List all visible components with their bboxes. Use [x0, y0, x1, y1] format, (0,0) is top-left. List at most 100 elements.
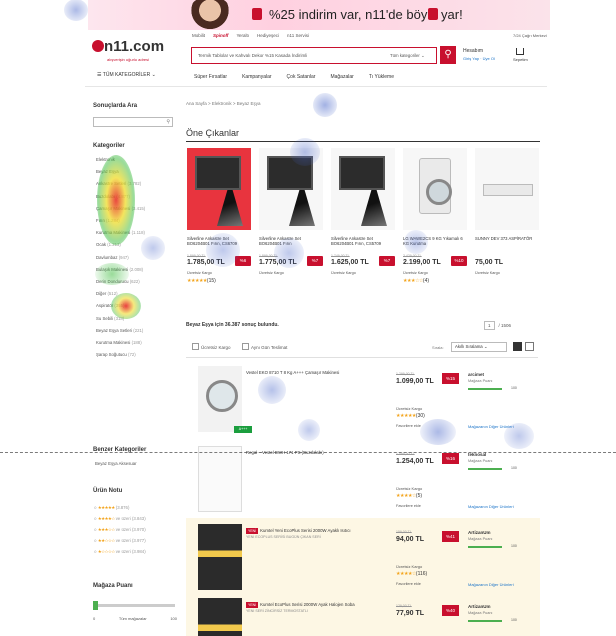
result-price: 1.254,00 TL: [396, 458, 434, 465]
rating-filter-item[interactable]: ○ ★★★★☆ ve üzeri (3.843): [94, 513, 146, 524]
result-title[interactable]: Vestel EKO 8710 T 8 Kg A+++ Çamaşır Maki…: [246, 370, 376, 376]
store-other-products-link[interactable]: Mağazanın Diğer Ürünleri: [468, 504, 514, 509]
product-image[interactable]: [259, 148, 323, 230]
nav-item[interactable]: Çok Satanlar: [287, 74, 316, 80]
result-subtitle: YENİ SERİ ZİNCİRSİZ TERMOSTATLI: [246, 609, 308, 613]
product-name[interactable]: SUNNY DEV 373 ASPİRATÖR: [475, 236, 539, 241]
nav-item[interactable]: Süper Fırsatlar: [194, 74, 227, 80]
result-row[interactable]: A+++ Vestel EKO 8710 T 8 Kg A+++ Çamaşır …: [186, 360, 540, 440]
sidebar-category-item[interactable]: Su Sebili (318): [96, 313, 145, 325]
list-view-button[interactable]: [525, 342, 534, 351]
product-image[interactable]: [475, 148, 539, 230]
sidebar-category-item[interactable]: Derin Dondurucu (622): [96, 276, 145, 288]
sidebar-category-item[interactable]: Buzdolabı (4.877): [96, 191, 145, 203]
product-thumbnail[interactable]: [198, 524, 242, 590]
featured-product-card[interactable]: Silverline Ankastre Set BO6204B01 Fırın,…: [187, 148, 253, 296]
gift-icon: [428, 8, 438, 20]
site-link[interactable]: Spinoff: [213, 33, 228, 38]
seller-name[interactable]: teknosal Mağaza Puanı: [468, 452, 493, 464]
store-score-slider[interactable]: [93, 601, 175, 610]
cart-button[interactable]: Sepetim: [513, 48, 528, 62]
result-title[interactable]: YENİ Kumtel Yeni EcoPlus Serisi 2000W Aya…: [246, 528, 376, 540]
site-link[interactable]: Mobilit: [192, 33, 205, 38]
sidebar-category-item[interactable]: Çamaşır Makinesi (3.415): [96, 203, 145, 215]
search-in-results-input[interactable]: ⚲: [93, 117, 173, 127]
add-to-favorites[interactable]: Favorilere ekle: [396, 582, 421, 586]
search-button[interactable]: ⚲: [440, 46, 456, 64]
product-name[interactable]: LG WAWE2CS 9 KG Yıkamalı 6 KG Kurutma: [403, 236, 467, 246]
site-link[interactable]: Hediyeşeci: [257, 33, 279, 38]
product-price: 1.625,00 TL: [331, 259, 369, 266]
rating-filter-item[interactable]: ○ ★★☆☆☆ ve üzeri (3.977): [94, 535, 146, 546]
shipping-label: Ücretsiz Kargo: [396, 486, 423, 491]
featured-product-card[interactable]: LG WAWE2CS 9 KG Yıkamalı 6 KG Kurutma 2.4…: [403, 148, 469, 296]
site-link[interactable]: Yeraltı: [236, 33, 249, 38]
account-menu[interactable]: Hesabım Giriş Yap · Üye Ol: [463, 48, 495, 62]
product-name[interactable]: Silverline Ankastre Set BO6204B01 Fırın: [259, 236, 323, 246]
sort-select[interactable]: Akıllı Sıralama ⌄: [451, 342, 507, 352]
nav-item[interactable]: Mağazalar: [330, 74, 353, 80]
shipping-label: Ücretsiz Kargo: [396, 564, 423, 569]
product-thumbnail[interactable]: [198, 598, 242, 636]
sidebar-category-item[interactable]: Aspiratör (355): [96, 300, 145, 312]
rating-filter-item[interactable]: ○ ★☆☆☆☆ ve üzeri (3.984): [94, 546, 146, 557]
rating-filter-item[interactable]: ○ ★★★★★ (3.876): [94, 502, 146, 513]
result-row[interactable]: YENİ Kumtel EcoPlus Serisi 2000W Ayak Hal…: [186, 592, 540, 636]
star-rating: ★★★★☆: [396, 493, 416, 499]
help-link[interactable]: 7/24 Çağrı Merkezi: [513, 33, 547, 38]
product-image[interactable]: [187, 148, 251, 230]
seller-score-value: 100: [511, 386, 517, 390]
sidebar-category-item[interactable]: Şarap Soğutucu (72): [96, 349, 145, 361]
site-link[interactable]: n11 Servisi: [287, 33, 309, 38]
free-shipping-checkbox[interactable]: Ücretsiz Kargo: [192, 343, 231, 350]
sidebar-category-item[interactable]: Diğer (512): [96, 288, 145, 300]
sidebar-category-item[interactable]: Bulaşık Makinesi (2.008): [96, 264, 145, 276]
search-category-select[interactable]: Tüm kategoriler ⌄: [390, 53, 425, 59]
sidebar-category-item[interactable]: Fırın (1.284): [96, 215, 145, 227]
featured-product-card[interactable]: SUNNY DEV 373 ASPİRATÖR 75,00 TL Ücretsiz …: [475, 148, 541, 296]
similar-category-item[interactable]: Beyaz Eşya Aksesuar: [95, 458, 137, 470]
sidebar-category-item[interactable]: Elektronik: [96, 154, 145, 166]
featured-product-card[interactable]: Silverline Ankastre Set BO6204B01 Fırın,…: [331, 148, 397, 296]
result-row[interactable]: YENİ Kumtel Yeni EcoPlus Serisi 2000W Aya…: [186, 518, 540, 592]
seller-score-label: Mağaza Puanı: [468, 379, 493, 383]
breadcrumb[interactable]: Ana Sayfa > Elektronik > Beyaz Eşya: [186, 101, 261, 106]
all-categories-button[interactable]: ☰ TÜM KATEGORİLER ⌄: [97, 72, 156, 78]
product-name[interactable]: Silverline Ankastre Set BO6204B01 Fırın,…: [331, 236, 395, 246]
promo-banner[interactable]: %25 indirim var, n11'de böyle yar!: [88, 0, 550, 30]
sidebar-category-item[interactable]: Ocak (1.213): [96, 239, 145, 251]
search-input[interactable]: Termik Tablolar ve Kahvalı Dekor %15 Kas…: [198, 53, 307, 58]
sidebar-category-item[interactable]: Beyaz Eşya: [96, 166, 145, 178]
grid-view-button[interactable]: [513, 342, 522, 351]
seller-name[interactable]: arcimet Mağaza Puanı: [468, 372, 493, 384]
search-box[interactable]: Termik Tablolar ve Kahvalı Dekor %15 Kas…: [191, 47, 437, 64]
product-thumbnail[interactable]: A+++: [198, 366, 252, 433]
sidebar-category-item[interactable]: Kurutma Makinesi (1.118): [96, 227, 145, 239]
same-day-checkbox[interactable]: Aynı Gün Teslimat: [242, 343, 287, 350]
sidebar-category-item[interactable]: Beyaz Eşya Setleri (221): [96, 325, 145, 337]
rating-filter-item[interactable]: ○ ★★★☆☆ ve üzeri (3.970): [94, 524, 146, 535]
search-icon[interactable]: ⚲: [166, 119, 170, 125]
site-logo[interactable]: n11.com: [92, 38, 164, 55]
nav-item[interactable]: Tı Yükleme: [369, 74, 394, 80]
product-image[interactable]: [331, 148, 395, 230]
sidebar-category-item[interactable]: Davlumbaz (947): [96, 252, 145, 264]
sidebar-category-item[interactable]: Kurutma Makinesi (188): [96, 337, 145, 349]
product-name[interactable]: Silverline Ankastre Set BO6204B01 Fırın,…: [187, 236, 251, 246]
seller-name[interactable]: ArtizanUm Mağaza Puanı: [468, 604, 493, 616]
product-image[interactable]: [403, 148, 467, 230]
store-other-products-link[interactable]: Mağazanın Diğer Ürünleri: [468, 582, 514, 587]
product-thumbnail[interactable]: [198, 446, 242, 512]
result-title[interactable]: YENİ Kumtel EcoPlus Serisi 2000W Ayak Hal…: [246, 602, 376, 614]
add-to-favorites[interactable]: Favorilere ekle: [396, 504, 421, 508]
nav-item[interactable]: Kampanyalar: [242, 74, 271, 80]
category-label: Elektronik: [96, 157, 115, 162]
seller-name[interactable]: ArtizanUm Mağaza Puanı: [468, 530, 493, 542]
slider-handle[interactable]: [93, 601, 98, 610]
add-to-favorites[interactable]: Favorilere ekle: [396, 424, 421, 428]
store-other-products-link[interactable]: Mağazanın Diğer Ürünleri: [468, 424, 514, 429]
page-input[interactable]: 1: [484, 321, 495, 330]
featured-product-card[interactable]: Silverline Ankastre Set BO6204B01 Fırın 1…: [259, 148, 325, 296]
sidebar-category-item[interactable]: Ankastre Setleri (3.782): [96, 178, 145, 190]
result-title[interactable]: Regal – Vestel DWH 171 PS (Buzdolabı): [246, 450, 376, 456]
